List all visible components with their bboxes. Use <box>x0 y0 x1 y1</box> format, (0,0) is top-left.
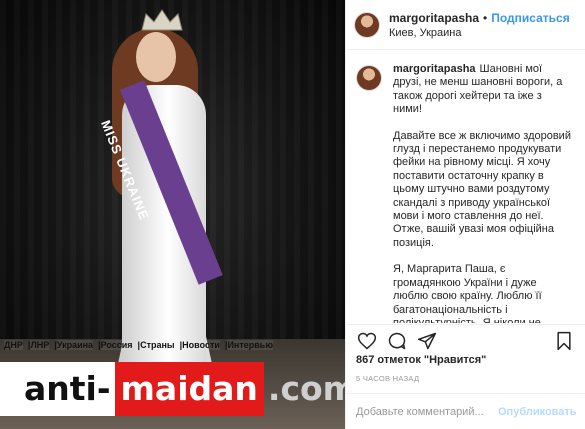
caption-username[interactable]: margoritapasha <box>393 63 476 75</box>
post-photo[interactable]: MISS UKRAINE ДНР | ЛНР | Украина | Россия | … <box>0 0 345 429</box>
post-timestamp[interactable]: 5 ЧАСОВ НАЗАД <box>356 374 419 383</box>
post-side-panel: margoritapasha • Подписаться Киев, Украи… <box>345 0 585 429</box>
watermark-part2: maidan <box>114 362 264 416</box>
news-link[interactable]: Страны <box>140 340 175 350</box>
caption-area: margoritapasha Шановні мої друзі, не менш… <box>346 51 585 323</box>
username-link[interactable]: margoritapasha <box>389 11 479 25</box>
follow-button[interactable]: Подписаться <box>491 11 569 25</box>
caption-avatar[interactable] <box>356 65 382 91</box>
watermark-part3: .com <box>267 369 345 408</box>
watermark-part1: anti- <box>0 362 115 416</box>
share-icon[interactable] <box>414 329 440 353</box>
comment-icon[interactable] <box>384 329 410 353</box>
location-link[interactable]: Киев, Украина <box>389 27 570 39</box>
header-text: margoritapasha • Подписаться Киев, Украи… <box>389 11 570 39</box>
news-link[interactable]: Интервью <box>227 340 274 350</box>
comment-input[interactable] <box>356 405 498 418</box>
crown-icon <box>141 9 183 31</box>
add-comment-bar: Опубликовать <box>346 393 585 429</box>
publish-button[interactable]: Опубликовать <box>498 406 577 418</box>
bookmark-icon[interactable] <box>551 329 577 353</box>
caption-text: margoritapasha Шановні мої друзі, не менш… <box>393 63 573 323</box>
post-header: margoritapasha • Подписаться Киев, Украи… <box>346 0 585 50</box>
heart-icon[interactable] <box>354 329 380 353</box>
news-link[interactable]: Украина <box>56 340 94 350</box>
avatar[interactable] <box>354 11 380 38</box>
news-link[interactable]: Россия <box>100 340 133 350</box>
caption-paragraph: Я, Маргарита Паша, є громадянкою України… <box>393 263 542 323</box>
news-link[interactable]: ДНР <box>4 340 23 350</box>
likes-count[interactable]: 867 отметок "Нравится" <box>356 354 486 366</box>
model-face <box>136 32 176 82</box>
news-link[interactable]: ЛНР <box>30 340 50 350</box>
separator-dot: • <box>483 10 488 25</box>
site-watermark: anti-maidan .com <box>0 362 345 416</box>
news-link[interactable]: Новости <box>182 340 220 350</box>
news-nav-bar: ДНР | ЛНР | Украина | Россия | Страны | Новос… <box>4 340 274 350</box>
caption-paragraph: Давайте все ж включимо здоровий глузд і … <box>393 129 571 249</box>
user-line: margoritapasha • Подписаться <box>389 11 570 25</box>
action-bar <box>346 324 585 356</box>
